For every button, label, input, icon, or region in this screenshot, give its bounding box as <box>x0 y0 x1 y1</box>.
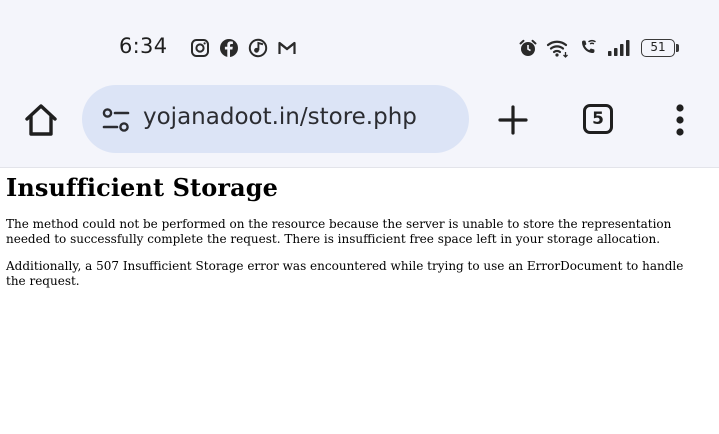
status-time: 6:34 <box>119 34 168 58</box>
plus-icon <box>498 105 528 135</box>
music-icon <box>248 38 268 58</box>
error-additional-info: Additionally, a 507 Insufficient Storage… <box>6 259 684 288</box>
home-icon <box>25 104 57 136</box>
home-button[interactable] <box>22 102 60 138</box>
wifi-calling-icon <box>578 38 598 58</box>
tab-switcher-button[interactable]: 5 <box>583 104 613 134</box>
page-content: Insufficient Storage The method could no… <box>6 168 706 289</box>
error-description: The method could not be performed on the… <box>6 217 672 246</box>
battery-icon: 51 <box>641 39 675 57</box>
gmail-icon <box>277 38 297 58</box>
wifi-icon <box>546 38 570 58</box>
browser-chrome: 6:34 51 yojanadoot.in/store.php 5 <box>0 0 719 168</box>
new-tab-button[interactable] <box>497 104 529 136</box>
more-menu-button[interactable] <box>672 102 688 138</box>
facebook-icon <box>219 38 239 58</box>
page-title: Insufficient Storage <box>6 173 278 202</box>
address-bar[interactable]: yojanadoot.in/store.php <box>82 85 469 153</box>
alarm-icon <box>518 38 538 58</box>
battery-tip <box>676 44 679 52</box>
site-settings-icon[interactable] <box>102 107 130 133</box>
instagram-icon <box>190 38 210 58</box>
url-text[interactable]: yojanadoot.in/store.php <box>143 104 417 130</box>
more-vert-icon <box>676 104 684 136</box>
signal-icon <box>607 38 633 58</box>
